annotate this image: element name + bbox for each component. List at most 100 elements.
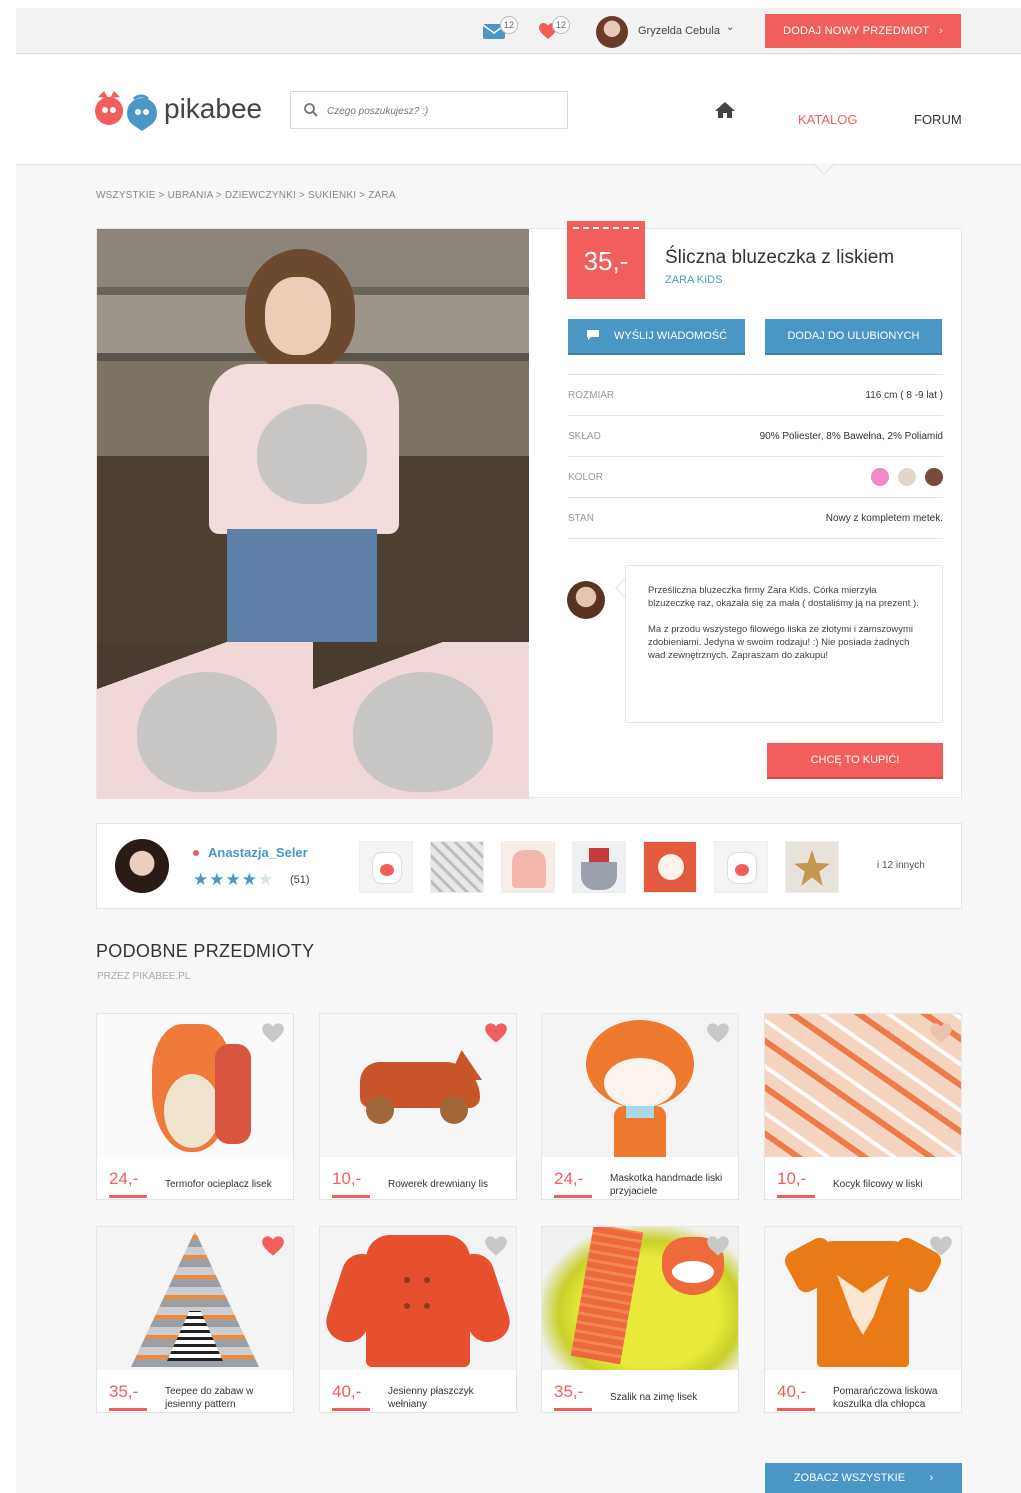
- seller-name[interactable]: Anastazja_Seler: [208, 845, 308, 860]
- send-message-button[interactable]: WYŚLIJ WIADOMOŚĆ: [568, 319, 745, 353]
- thumb-shape: [794, 850, 830, 886]
- product-thumb-1[interactable]: [97, 642, 313, 799]
- attr-row-condition: STAN Nowy z kompletem metek.: [568, 497, 943, 539]
- item-price: 24,-: [109, 1169, 139, 1188]
- page: 12 12 Gryzelda Cebula ⌄ DODAJ NOWY PRZED…: [16, 8, 1021, 1493]
- item-price: 10,-: [332, 1169, 362, 1188]
- attr-value: 90% Poliester, 8% Bawełna, 2% Poliamid: [759, 431, 943, 442]
- item-shape: [424, 1277, 430, 1283]
- nav-forum[interactable]: FORUM: [914, 112, 962, 127]
- product-card-item[interactable]: 40,- Jesienny płaszczyk wełniany: [319, 1226, 517, 1413]
- add-to-favorites-label: DODAJ DO ULUBIONYCH: [787, 330, 920, 342]
- item-shape: [424, 1303, 430, 1309]
- logo[interactable]: pikabee: [94, 89, 264, 133]
- color-swatch-brown[interactable]: [925, 468, 943, 486]
- item-price: 10,-: [777, 1169, 807, 1188]
- seller-item-thumb[interactable]: [430, 841, 484, 893]
- item-price: 24,-: [554, 1169, 584, 1188]
- home-button[interactable]: [714, 101, 736, 124]
- attr-value: Nowy z kompletem metek.: [825, 513, 943, 524]
- favorites-button[interactable]: 12: [538, 16, 570, 45]
- girl-jeans: [227, 529, 377, 642]
- seller-card: Anastazja_Seler ★★★★★ (51) i 12 innych: [96, 823, 962, 909]
- product-thumb-2[interactable]: [313, 642, 529, 799]
- item-price: 40,-: [332, 1382, 362, 1401]
- add-to-favorites-button[interactable]: DODAJ DO ULUBIONYCH: [765, 319, 942, 353]
- favorite-heart-icon[interactable]: [484, 1022, 508, 1044]
- chevron-down-icon[interactable]: ⌄: [726, 22, 734, 33]
- see-all-button[interactable]: ZOBACZ WSZYSTKIE ›: [765, 1463, 962, 1493]
- color-swatch-pink[interactable]: [871, 468, 889, 486]
- seller-item-thumb[interactable]: [572, 841, 626, 893]
- star-icon: ★: [258, 870, 275, 889]
- home-icon: [715, 102, 735, 118]
- nav-katalog[interactable]: KATALOG: [798, 112, 857, 127]
- star-icon: ★: [209, 870, 226, 889]
- chat-icon: [586, 330, 599, 340]
- item-shape: [215, 1044, 251, 1144]
- price-underline: [109, 1195, 147, 1198]
- search-box[interactable]: [290, 91, 568, 129]
- thumb-fox-print: [353, 672, 493, 792]
- product-card-item[interactable]: 40,- Pomarańczowa liskowa koszulka dla c…: [764, 1226, 962, 1413]
- product-card-item[interactable]: 35,- Szalik na zimę lisek: [541, 1226, 739, 1413]
- favorite-heart-icon[interactable]: [706, 1022, 730, 1044]
- girl-face: [265, 277, 331, 355]
- seller-item-thumb[interactable]: [501, 841, 555, 893]
- favorite-heart-icon[interactable]: [261, 1022, 285, 1044]
- item-shape: [626, 1106, 654, 1118]
- description-paragraph: Prześliczna bluzeczka firmy Zara Kids. C…: [648, 585, 919, 609]
- star-icon: ★: [193, 870, 210, 889]
- item-shape: [404, 1303, 410, 1309]
- attr-label: KOLOR: [568, 472, 604, 483]
- seller-item-thumb[interactable]: [785, 841, 839, 893]
- user-name[interactable]: Gryzelda Cebula: [638, 25, 720, 37]
- product-brand[interactable]: ZARA KIDS: [665, 274, 722, 286]
- item-shape: [604, 1058, 676, 1108]
- more-items-link[interactable]: i 12 innych: [877, 860, 925, 871]
- price-underline: [332, 1195, 370, 1198]
- item-shape: [366, 1096, 394, 1124]
- see-all-label: ZOBACZ WSZYSTKIE: [793, 1472, 906, 1484]
- item-name: Pomarańczowa liskowa koszulka dla chłopc…: [833, 1386, 938, 1410]
- breadcrumb[interactable]: WSZYSTKIE > UBRANIA > DZIEWCZYNKI > SUKI…: [96, 190, 396, 201]
- product-main-photo[interactable]: [97, 229, 529, 642]
- seller-item-thumb[interactable]: [714, 841, 768, 893]
- favorite-heart-icon[interactable]: [484, 1235, 508, 1257]
- item-name: Teepee do zabaw w jesienny pattern: [165, 1386, 254, 1410]
- user-avatar[interactable]: [596, 16, 628, 48]
- add-item-button[interactable]: DODAJ NOWY PRZEDMIOT ›: [765, 14, 961, 48]
- product-card-item[interactable]: 10,- Kocyk filcowy w liski: [764, 1013, 962, 1200]
- item-price: 35,-: [554, 1382, 584, 1401]
- item-shape: [366, 1235, 470, 1367]
- shirt-fox-print: [257, 404, 367, 504]
- price-tag: 35,-: [567, 221, 645, 299]
- color-swatch-beige[interactable]: [898, 468, 916, 486]
- product-card-item[interactable]: 35,- Teepee do zabaw w jesienny pattern: [96, 1226, 294, 1413]
- logo-text: pikabee: [164, 93, 263, 124]
- favorite-heart-icon[interactable]: [929, 1022, 953, 1044]
- seller-item-thumb[interactable]: [359, 841, 413, 893]
- favorite-heart-icon[interactable]: [706, 1235, 730, 1257]
- seller-avatar[interactable]: [115, 839, 169, 893]
- buy-button[interactable]: CHCĘ TO KUPIĆ!: [767, 743, 943, 777]
- rating-count: (51): [290, 874, 310, 886]
- price-value: 35,-: [583, 246, 629, 276]
- attr-value: 116 cm ( 8 -9 lat ): [865, 390, 943, 401]
- seller-mini-avatar[interactable]: [567, 581, 605, 619]
- messages-button[interactable]: 12: [482, 16, 518, 45]
- seller-item-thumb[interactable]: [643, 841, 697, 893]
- item-name: Maskotka handmade liski przyjaciele: [610, 1173, 723, 1197]
- favorite-heart-icon[interactable]: [261, 1235, 285, 1257]
- favorite-heart-icon[interactable]: [929, 1235, 953, 1257]
- product-card-item[interactable]: 10,- Rowerek drewniany lis: [319, 1013, 517, 1200]
- messages-count-badge: 12: [500, 16, 518, 34]
- price-underline: [554, 1195, 592, 1198]
- item-shape: [672, 1261, 714, 1283]
- similar-subtitle: PRZEZ PIKABEE.PL: [97, 971, 191, 982]
- search-input[interactable]: [327, 101, 557, 121]
- thumb-shape: [512, 850, 546, 888]
- add-item-label: DODAJ NOWY PRZEDMIOT: [783, 25, 930, 37]
- product-card-item[interactable]: 24,- Maskotka handmade liski przyjaciele: [541, 1013, 739, 1200]
- product-card-item[interactable]: 24,- Termofor ocieplacz lisek: [96, 1013, 294, 1200]
